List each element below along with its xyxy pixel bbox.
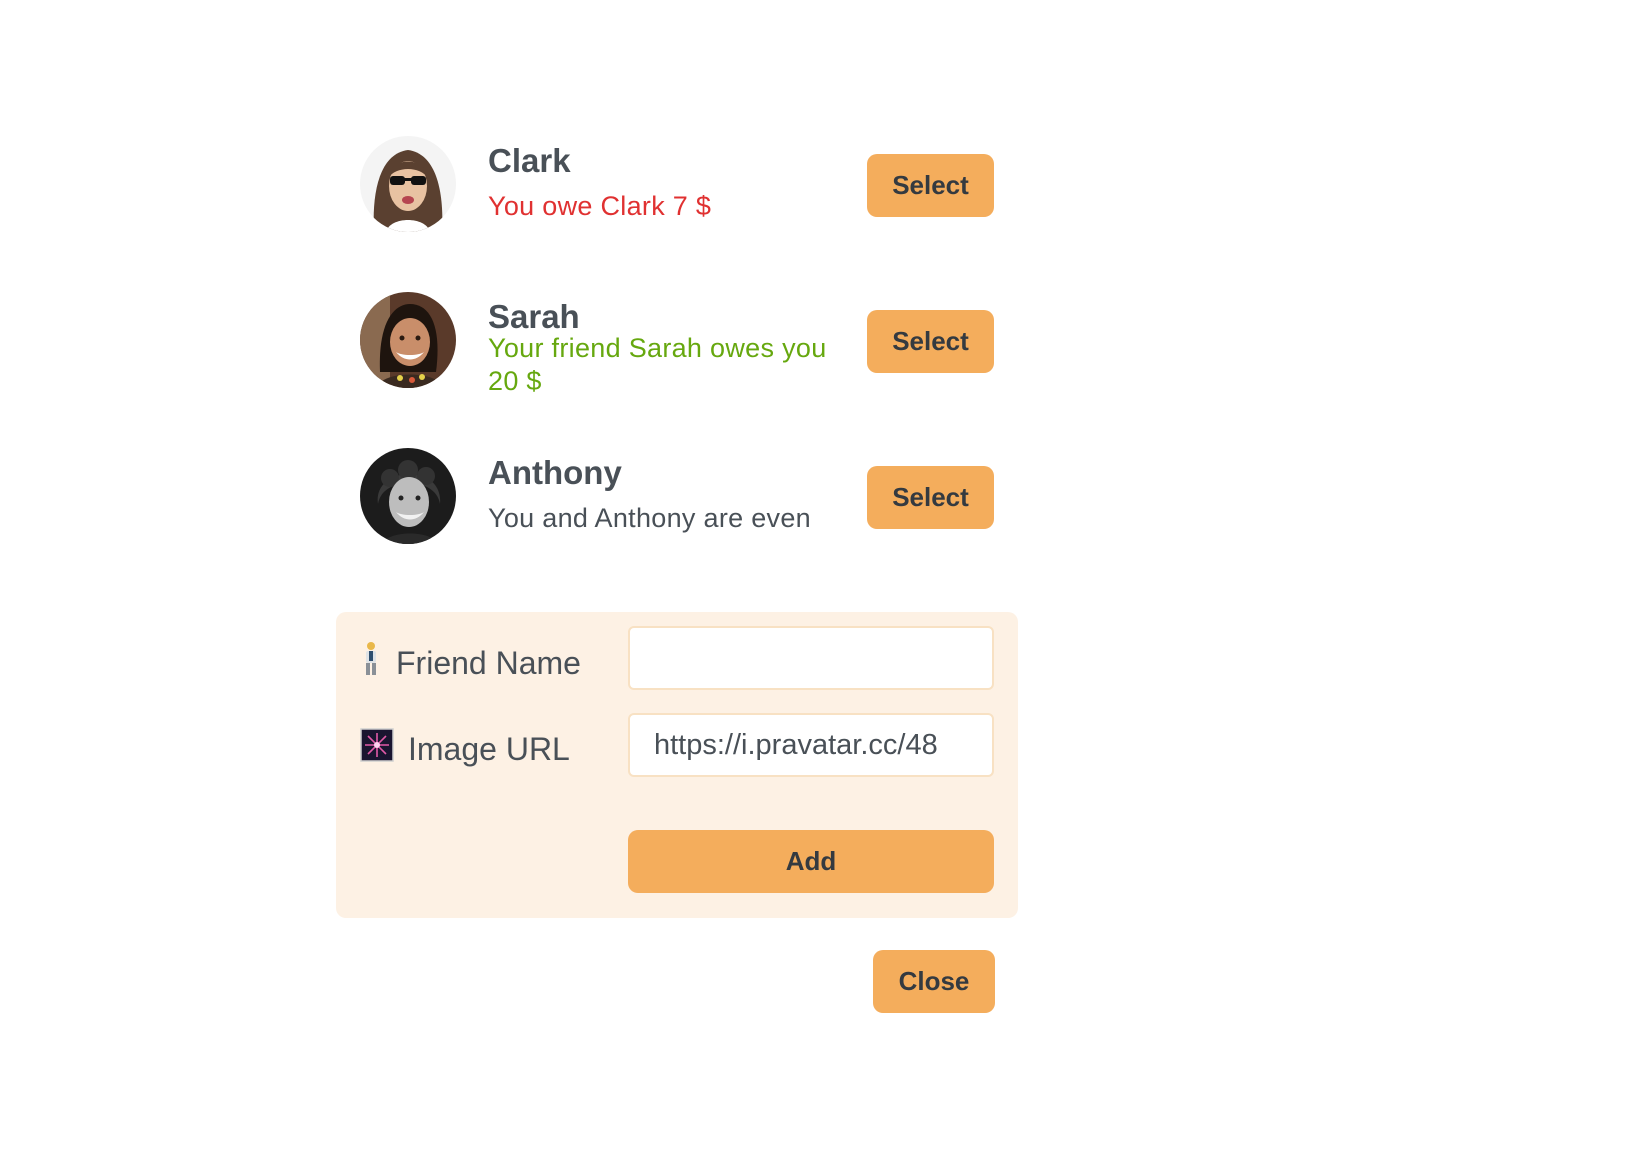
avatar bbox=[360, 292, 456, 388]
avatar bbox=[360, 136, 456, 232]
app: Clark You owe Clark 7 $ Select Sarah You… bbox=[0, 0, 1648, 1166]
image-url-input[interactable] bbox=[628, 713, 994, 777]
sidebar: Clark You owe Clark 7 $ Select Sarah You… bbox=[336, 112, 1026, 580]
add-button[interactable]: Add bbox=[628, 830, 994, 893]
friend-balance-status: You and Anthony are even bbox=[488, 503, 811, 533]
clark-avatar-icon bbox=[360, 136, 456, 232]
avatar bbox=[360, 448, 456, 544]
close-button[interactable]: Close bbox=[873, 950, 995, 1013]
friend-item-anthony: Anthony You and Anthony are even Select bbox=[336, 424, 1026, 544]
friend-name: Clark bbox=[488, 142, 571, 179]
add-friend-form: Friend Name Image URL Add bbox=[336, 612, 1018, 918]
friend-item-sarah: Sarah Your friend Sarah owes you 20 $ Se… bbox=[336, 268, 1026, 396]
select-button[interactable]: Select bbox=[867, 154, 994, 217]
person-emoji-icon bbox=[360, 641, 382, 685]
friend-name-label-text: Friend Name bbox=[396, 644, 581, 681]
friend-name: Anthony bbox=[488, 454, 622, 491]
friend-name-label: Friend Name bbox=[360, 641, 581, 685]
friend-name: Sarah bbox=[488, 298, 580, 335]
sarah-avatar-icon bbox=[360, 292, 456, 388]
select-button[interactable]: Select bbox=[867, 466, 994, 529]
anthony-avatar-icon bbox=[360, 448, 456, 544]
friend-name-input[interactable] bbox=[628, 626, 994, 690]
friend-balance-status: Your friend Sarah owes you 20 $ bbox=[488, 333, 827, 396]
friends-list: Clark You owe Clark 7 $ Select Sarah You… bbox=[336, 112, 1026, 544]
select-button[interactable]: Select bbox=[867, 310, 994, 373]
friend-balance-status: You owe Clark 7 $ bbox=[488, 191, 712, 221]
image-url-label: Image URL bbox=[360, 728, 570, 770]
fireworks-emoji-icon bbox=[360, 728, 394, 770]
friend-item-clark: Clark You owe Clark 7 $ Select bbox=[336, 112, 1026, 232]
image-url-label-text: Image URL bbox=[408, 730, 570, 767]
